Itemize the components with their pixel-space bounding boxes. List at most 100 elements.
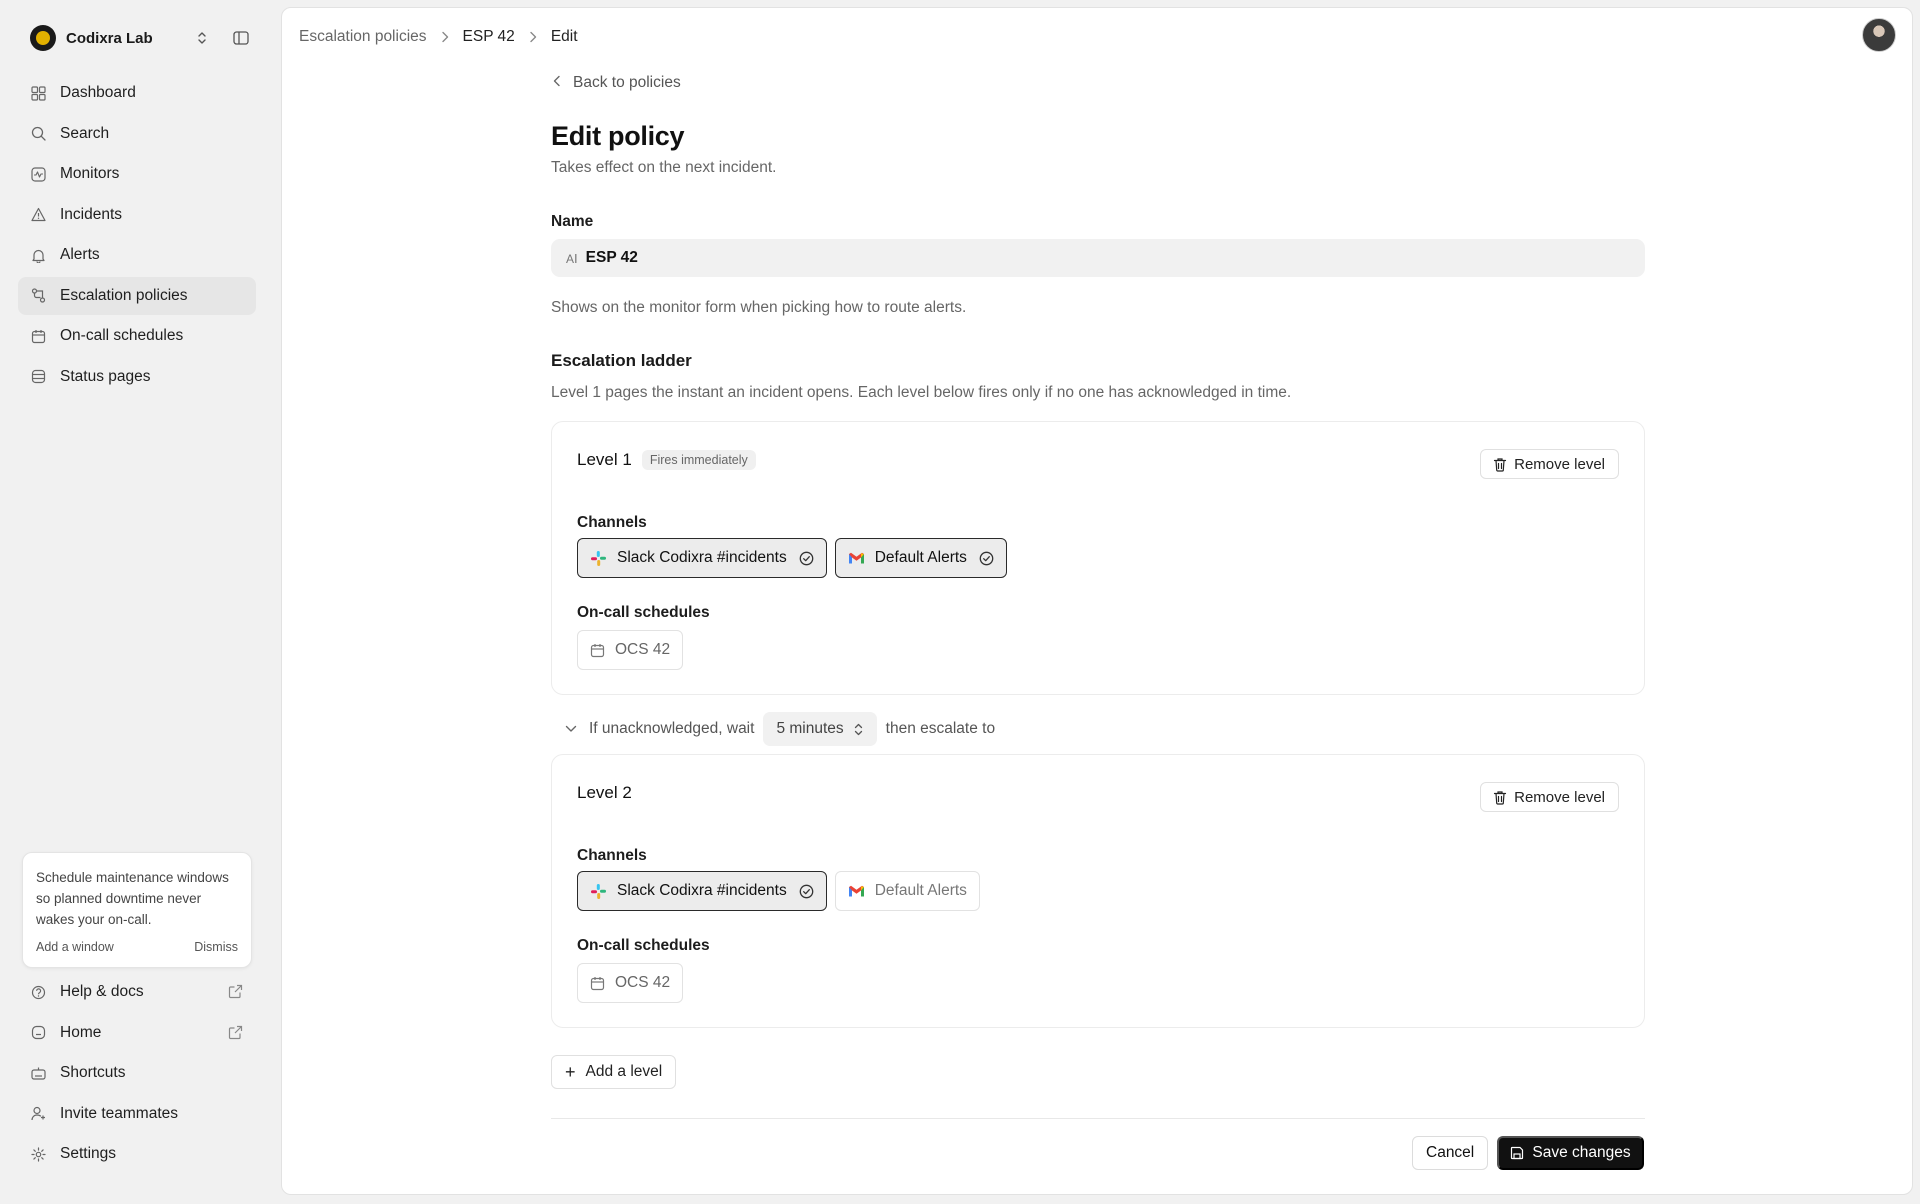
policy-name-input[interactable]: AI ESP 42 — [551, 239, 1645, 277]
level-title: Level 2 — [577, 783, 632, 802]
remove-level-button[interactable]: Remove level — [1480, 782, 1619, 812]
sidebar-toggle-icon[interactable] — [231, 28, 251, 48]
wait-suffix: then escalate to — [885, 720, 996, 737]
sidebar-bottom-nav: Help & docs Home Shortcuts Invite teamma… — [18, 973, 256, 1176]
help-icon — [30, 984, 46, 1000]
sidebar-item-label: Help & docs — [60, 983, 144, 1000]
plus-icon: + — [565, 1062, 576, 1082]
sidebar-item-label: Monitors — [60, 165, 120, 182]
sidebar-item-label: On-call schedules — [60, 327, 184, 344]
add-window-link[interactable]: Add a window — [36, 940, 114, 954]
bell-icon — [30, 247, 46, 263]
sidebar-item-label: Home — [60, 1023, 102, 1041]
escalation-ladder-title: Escalation ladder — [551, 351, 692, 370]
back-label: Back to policies — [573, 74, 681, 91]
level-card-2: Level 2 Remove level Channels Slack Codi… — [551, 754, 1645, 1028]
add-level-button[interactable]: + Add a level — [551, 1055, 677, 1089]
sidebar-item-label: Status pages — [60, 367, 151, 385]
chevron-up-down-icon — [854, 723, 862, 735]
channel-label: Default Alerts — [874, 882, 967, 899]
wait-duration-select[interactable]: 5 minutes — [763, 712, 877, 746]
text-field-icon: AI — [566, 250, 578, 266]
schedule-chip[interactable]: OCS 42 — [577, 630, 684, 670]
sidebar-item-alerts[interactable]: Alerts — [18, 236, 256, 274]
sidebar-item-monitors[interactable]: Monitors — [18, 155, 256, 193]
chevron-left-icon — [553, 74, 561, 92]
sidebar-item-dashboard[interactable]: Dashboard — [18, 74, 256, 112]
page-title: Edit policy — [551, 121, 685, 151]
sidebar-item-status-pages[interactable]: Status pages — [18, 358, 256, 396]
chevron-down-icon[interactable] — [565, 725, 577, 733]
name-label: Name — [551, 213, 594, 230]
channel-chip-default-alerts[interactable]: Default Alerts — [834, 871, 980, 911]
sidebar-item-label: Shortcuts — [60, 1064, 126, 1081]
breadcrumb-escalation-policies[interactable]: Escalation policies — [299, 28, 427, 46]
monitor-icon — [30, 166, 46, 182]
gmail-icon — [848, 552, 864, 563]
footer-divider — [551, 1118, 1645, 1119]
check-circle-icon — [979, 551, 994, 565]
sidebar-item-label: Dashboard — [60, 84, 136, 101]
remove-level-label: Remove level — [1514, 788, 1605, 806]
dashboard-icon — [30, 85, 46, 101]
gmail-icon — [848, 885, 864, 896]
save-changes-label: Save changes — [1532, 1144, 1631, 1161]
sidebar-item-home[interactable]: Home — [18, 1014, 256, 1052]
sidebar-item-incidents[interactable]: Incidents — [18, 196, 256, 234]
chevron-up-down-icon[interactable] — [192, 28, 212, 48]
channel-chip-slack[interactable]: Slack Codixra #incidents — [577, 538, 827, 578]
calendar-icon — [590, 976, 605, 990]
sidebar-item-search[interactable]: Search — [18, 115, 256, 153]
sidebar-item-label: Alerts — [60, 246, 100, 263]
external-link-icon — [228, 984, 244, 1000]
channel-chip-default-alerts[interactable]: Default Alerts — [834, 538, 1007, 578]
channel-chips: Slack Codixra #incidents Default Alerts — [577, 871, 988, 911]
remove-level-button[interactable]: Remove level — [1480, 449, 1619, 479]
chevron-right-icon — [529, 31, 537, 43]
escalation-ladder-description: Level 1 pages the instant an incident op… — [551, 384, 1292, 401]
sidebar-item-help-docs[interactable]: Help & docs — [18, 973, 256, 1011]
user-avatar[interactable] — [1862, 18, 1896, 52]
schedule-chip[interactable]: OCS 42 — [577, 963, 684, 1003]
check-circle-icon — [799, 884, 814, 898]
fires-immediately-badge: Fires immediately — [641, 450, 756, 470]
main-panel: Escalation policies ESP 42 Edit Back to … — [281, 7, 1913, 1195]
sidebar-item-escalation-policies[interactable]: Escalation policies — [18, 276, 256, 315]
channel-chips: Slack Codixra #incidents Default Alerts — [577, 538, 1015, 578]
trash-icon — [1494, 457, 1507, 472]
trash-icon — [1494, 790, 1507, 805]
sidebar-item-label: Invite teammates — [60, 1104, 179, 1122]
status-page-icon — [30, 369, 46, 385]
org-switcher[interactable]: Codixra Lab — [30, 24, 250, 52]
sidebar-item-label: Settings — [60, 1145, 117, 1162]
breadcrumb-current: Edit — [550, 28, 578, 45]
sidebar-item-shortcuts[interactable]: Shortcuts — [18, 1054, 256, 1092]
schedule-label: OCS 42 — [615, 974, 671, 991]
breadcrumb-policy[interactable]: ESP 42 — [463, 28, 515, 46]
slack-icon — [591, 550, 606, 566]
channels-label: Channels — [577, 514, 647, 531]
sidebar-item-invite-teammates[interactable]: Invite teammates — [18, 1095, 256, 1133]
save-changes-button[interactable]: Save changes — [1497, 1136, 1644, 1170]
chevron-right-icon — [441, 31, 449, 43]
on-call-schedules-label: On-call schedules — [577, 604, 710, 621]
level-title: Level 1 — [577, 450, 632, 469]
sidebar-item-settings[interactable]: Settings — [18, 1135, 256, 1173]
external-link-icon — [228, 1025, 244, 1041]
wait-prefix: If unacknowledged, wait — [589, 720, 755, 737]
escalation-icon — [30, 288, 46, 304]
channel-label: Slack Codixra #incidents — [617, 549, 787, 566]
calendar-icon — [30, 328, 46, 344]
dismiss-link[interactable]: Dismiss — [194, 940, 238, 954]
cancel-button[interactable]: Cancel — [1412, 1136, 1489, 1170]
schedule-label: OCS 42 — [615, 641, 671, 658]
channel-label: Slack Codixra #incidents — [617, 882, 787, 899]
check-circle-icon — [799, 551, 814, 565]
channel-chip-slack[interactable]: Slack Codixra #incidents — [577, 871, 827, 911]
page-subtitle: Takes effect on the next incident. — [551, 159, 777, 176]
back-to-policies-link[interactable]: Back to policies — [553, 74, 681, 92]
remove-level-label: Remove level — [1514, 455, 1605, 473]
warning-icon — [30, 207, 46, 223]
sidebar-item-on-call-schedules[interactable]: On-call schedules — [18, 317, 256, 355]
keyboard-icon — [30, 1065, 46, 1081]
